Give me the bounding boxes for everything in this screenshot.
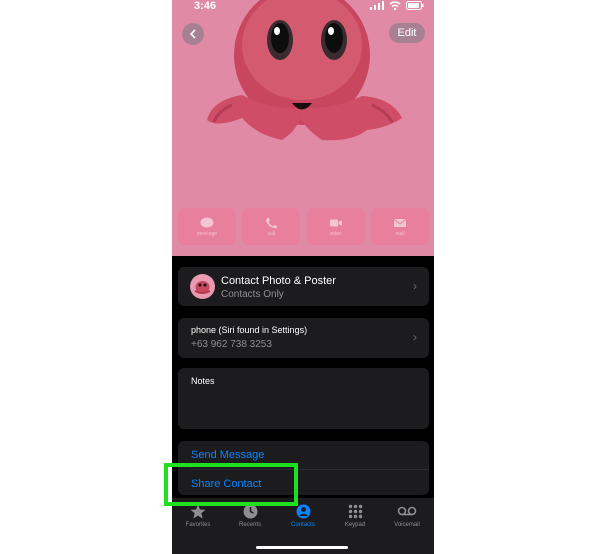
quick-actions: message call video mail xyxy=(178,208,429,245)
star-icon xyxy=(190,504,206,519)
status-icons xyxy=(370,1,424,10)
call-action-label: call xyxy=(267,230,276,237)
message-action-button[interactable]: message xyxy=(178,208,236,245)
share-contact-highlight xyxy=(164,463,298,506)
signal-icon xyxy=(370,1,384,10)
send-message-button[interactable]: Send Message xyxy=(191,449,264,461)
notes-field[interactable]: Notes xyxy=(178,368,429,429)
voicemail-icon xyxy=(397,506,417,516)
tab-recents[interactable]: Recents xyxy=(224,504,276,528)
poster-subtitle: Contacts Only xyxy=(221,289,284,300)
mail-icon xyxy=(393,218,407,227)
phone-label: phone (Siri found in Settings) xyxy=(191,325,308,335)
back-button[interactable] xyxy=(182,23,204,45)
clock-icon xyxy=(243,504,257,519)
person-icon xyxy=(296,504,310,519)
notes-label: Notes xyxy=(191,376,215,386)
tab-contacts[interactable]: Contacts xyxy=(277,504,329,528)
phone-number[interactable]: +63 962 738 3253 xyxy=(191,339,272,350)
poster-title: Contact Photo & Poster xyxy=(221,275,336,287)
tab-label: Recents xyxy=(238,522,261,528)
video-icon xyxy=(329,219,342,226)
tab-label: Keypad xyxy=(344,522,366,528)
contact-photo-poster-row[interactable]: Contact Photo & Poster Contacts Only › xyxy=(178,267,429,306)
home-indicator xyxy=(256,546,348,549)
tab-label: Favorites xyxy=(185,522,211,528)
tab-favorites[interactable]: Favorites xyxy=(172,504,224,528)
octopus-avatar-icon xyxy=(194,281,211,294)
tab-label: Contacts xyxy=(291,522,315,528)
avatar xyxy=(190,274,215,299)
status-time: 3:46 xyxy=(194,0,217,12)
tab-keypad[interactable]: Keypad xyxy=(329,504,381,528)
tab-voicemail[interactable]: Voicemail xyxy=(381,504,433,528)
phone-row[interactable]: phone (Siri found in Settings) +63 962 7… xyxy=(178,318,429,358)
mail-action-label: mail xyxy=(395,230,405,237)
video-action-label: video xyxy=(329,230,342,237)
battery-icon xyxy=(406,1,424,10)
video-action-button[interactable]: video xyxy=(306,208,365,245)
chevron-left-icon xyxy=(189,29,196,39)
chevron-right-icon: › xyxy=(413,279,417,293)
edit-button[interactable]: Edit xyxy=(389,23,425,43)
chevron-right-icon: › xyxy=(413,330,417,344)
message-action-label: message xyxy=(196,230,218,237)
octopus-memoji xyxy=(207,0,402,141)
tab-label: Voicemail xyxy=(394,522,420,528)
contact-poster: 3:46 Edit message call video mail xyxy=(172,0,434,256)
message-icon xyxy=(200,217,214,227)
call-action-button[interactable]: call xyxy=(242,208,301,245)
phone-icon xyxy=(266,217,278,228)
keypad-icon xyxy=(348,504,362,519)
mail-action-button[interactable]: mail xyxy=(370,208,429,245)
wifi-icon xyxy=(389,1,401,10)
